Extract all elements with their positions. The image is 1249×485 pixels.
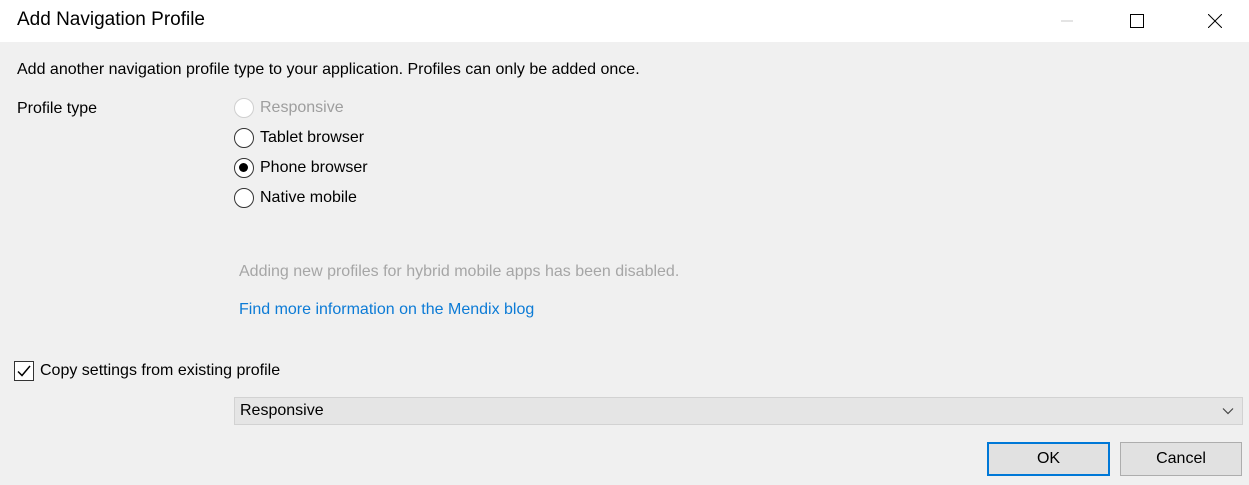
radio-label[interactable]: Phone browser bbox=[260, 159, 368, 177]
ok-button[interactable]: OK bbox=[987, 442, 1110, 476]
radio-label[interactable]: Native mobile bbox=[260, 189, 357, 207]
checkmark-icon bbox=[17, 365, 31, 377]
title-bar: Add Navigation Profile bbox=[0, 0, 1249, 42]
minimize-button[interactable] bbox=[1044, 0, 1090, 42]
profile-type-label: Profile type bbox=[17, 100, 98, 117]
hybrid-disabled-note: Adding new profiles for hybrid mobile ap… bbox=[239, 263, 680, 280]
radio-tablet-browser[interactable]: Tablet browser bbox=[234, 127, 364, 149]
cancel-button[interactable]: Cancel bbox=[1120, 442, 1242, 476]
dialog-body: Add another navigation profile type to y… bbox=[0, 42, 1249, 485]
close-button[interactable] bbox=[1192, 0, 1238, 42]
radio-label: Responsive bbox=[260, 99, 344, 116]
chevron-down-icon[interactable] bbox=[1214, 407, 1242, 415]
maximize-icon bbox=[1130, 14, 1144, 28]
radio-button-icon[interactable] bbox=[234, 188, 254, 208]
radio-label[interactable]: Tablet browser bbox=[260, 129, 364, 147]
minimize-icon bbox=[1061, 20, 1073, 22]
dialog-window: Add Navigation Profile Add another navig… bbox=[0, 0, 1249, 485]
radio-dot bbox=[239, 163, 248, 172]
close-icon bbox=[1208, 14, 1222, 28]
copy-settings-label[interactable]: Copy settings from existing profile bbox=[40, 362, 280, 380]
copy-settings-checkbox-row[interactable]: Copy settings from existing profile bbox=[14, 360, 280, 382]
existing-profile-select[interactable]: Responsive bbox=[234, 397, 1243, 425]
dialog-description: Add another navigation profile type to y… bbox=[17, 61, 640, 78]
select-value: Responsive bbox=[240, 402, 324, 419]
radio-button-icon bbox=[234, 98, 254, 118]
radio-button-icon[interactable] bbox=[234, 128, 254, 148]
copy-settings-checkbox[interactable] bbox=[14, 361, 34, 381]
radio-native-mobile[interactable]: Native mobile bbox=[234, 187, 357, 209]
radio-responsive: Responsive bbox=[234, 97, 344, 119]
radio-button-selected-icon[interactable] bbox=[234, 158, 254, 178]
window-title: Add Navigation Profile bbox=[17, 9, 205, 30]
radio-phone-browser[interactable]: Phone browser bbox=[234, 157, 368, 179]
mendix-blog-link[interactable]: Find more information on the Mendix blog bbox=[239, 301, 534, 319]
maximize-button[interactable] bbox=[1114, 0, 1160, 42]
